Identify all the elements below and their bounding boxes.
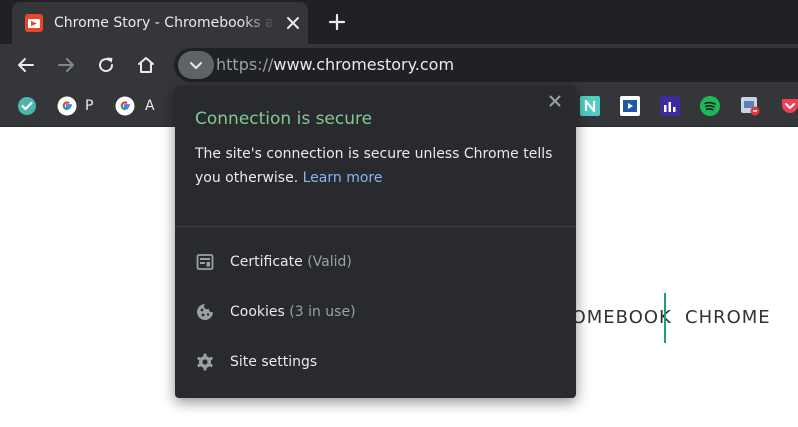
cookies-item[interactable]: Cookies (3 in use) bbox=[175, 288, 576, 336]
close-icon[interactable] bbox=[284, 14, 302, 32]
site-settings-label: Site settings bbox=[230, 354, 318, 370]
learn-more-link[interactable]: Learn more bbox=[303, 170, 383, 186]
site-settings-item[interactable]: Site settings bbox=[175, 338, 576, 386]
browser-tab[interactable]: Chrome Story - Chromebooks and Chrome OS bbox=[12, 2, 308, 44]
photo-badge-icon[interactable] bbox=[740, 96, 760, 116]
address-bar[interactable]: https://www.chromestory.com bbox=[174, 48, 798, 82]
url-text[interactable]: https://www.chromestory.com bbox=[216, 55, 454, 75]
item-label: Cookies bbox=[230, 304, 285, 320]
home-icon[interactable] bbox=[136, 55, 156, 75]
teal-check-icon[interactable] bbox=[17, 96, 37, 116]
plus-icon[interactable] bbox=[327, 12, 347, 32]
pocket-icon[interactable] bbox=[780, 96, 798, 116]
browser-toolbar: https://www.chromestory.com bbox=[0, 44, 798, 86]
reload-icon[interactable] bbox=[96, 55, 116, 75]
cookies-label: Cookies (3 in use) bbox=[230, 302, 356, 322]
url-host: www.chromestory.com bbox=[273, 55, 455, 74]
url-scheme: https:// bbox=[216, 55, 274, 74]
gear-icon bbox=[197, 353, 213, 371]
tab-strip: Chrome Story - Chromebooks and Chrome OS bbox=[0, 0, 798, 44]
google-icon[interactable] bbox=[57, 96, 77, 116]
item-status: (3 in use) bbox=[289, 304, 356, 320]
google-icon[interactable] bbox=[115, 96, 135, 116]
forward-arrow-icon[interactable] bbox=[56, 55, 76, 75]
site-info-button[interactable] bbox=[178, 51, 214, 79]
chrome-story-favicon bbox=[25, 14, 43, 32]
bookmark-label[interactable]: A bbox=[145, 96, 155, 116]
tab-title: Chrome Story - Chromebooks and Chrome OS bbox=[54, 15, 276, 31]
nav-divider bbox=[664, 293, 666, 343]
bar-chart-icon[interactable] bbox=[660, 96, 680, 116]
cookie-icon bbox=[197, 304, 213, 320]
close-icon[interactable] bbox=[547, 93, 563, 109]
notion-n-icon[interactable] bbox=[580, 96, 600, 116]
certificate-icon bbox=[196, 254, 214, 270]
divider bbox=[175, 226, 576, 227]
item-status: (Valid) bbox=[307, 254, 352, 270]
back-arrow-icon[interactable] bbox=[16, 55, 36, 75]
nav-link-chrome[interactable]: CHROME bbox=[685, 307, 771, 328]
video-play-icon[interactable] bbox=[620, 96, 640, 116]
connection-status-title: Connection is secure bbox=[195, 109, 373, 129]
chevron-down-icon bbox=[190, 62, 202, 69]
certificate-item[interactable]: Certificate (Valid) bbox=[175, 238, 576, 286]
item-label: Certificate bbox=[230, 254, 303, 270]
bookmark-label[interactable]: P bbox=[85, 96, 93, 116]
certificate-label: Certificate (Valid) bbox=[230, 252, 352, 272]
page-info-popup: Connection is secure The site's connecti… bbox=[175, 86, 576, 398]
connection-description: The site's connection is secure unless C… bbox=[195, 142, 563, 190]
spotify-icon[interactable] bbox=[700, 96, 720, 116]
